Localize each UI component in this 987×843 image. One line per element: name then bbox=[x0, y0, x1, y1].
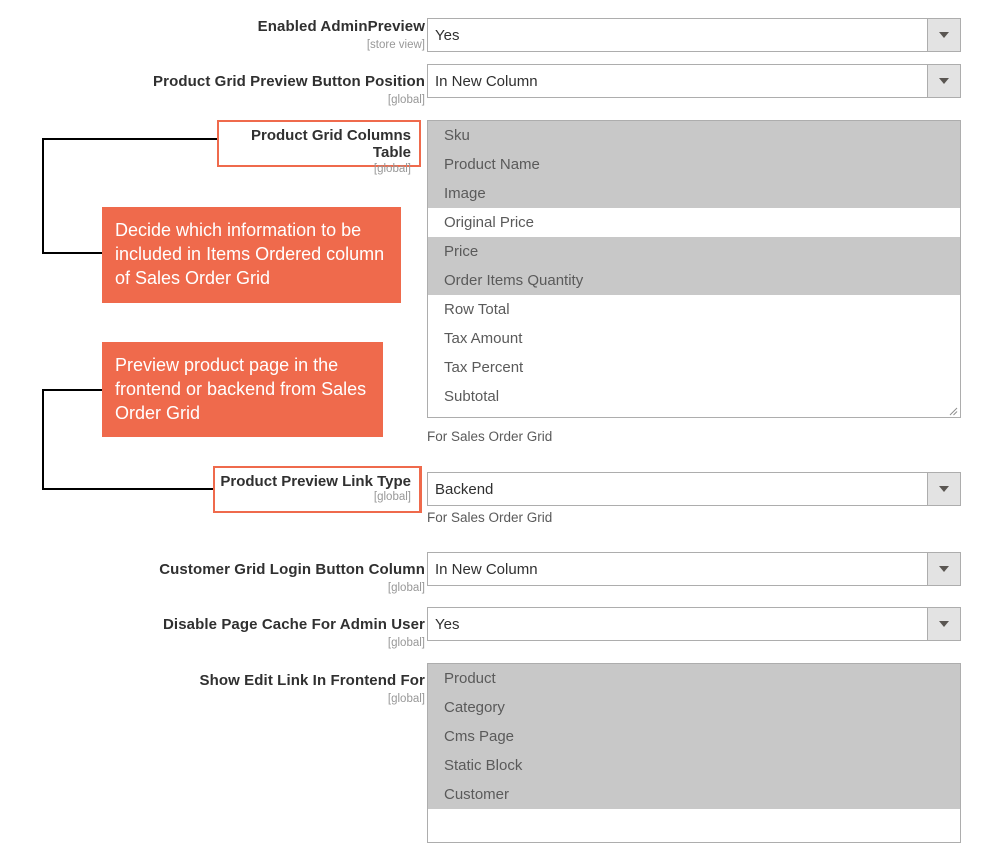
field-label-product-grid-columns-table: Product Grid Columns Table [global] bbox=[217, 120, 421, 175]
chevron-down-icon[interactable] bbox=[927, 473, 960, 505]
list-item[interactable]: Cms Page bbox=[428, 722, 960, 751]
multiselect-product-grid-columns-table[interactable]: Sku Product Name Image Original Price Pr… bbox=[427, 120, 961, 418]
hint-product-preview-link-type: For Sales Order Grid bbox=[427, 510, 553, 525]
field-scope-text: [global] bbox=[373, 162, 411, 175]
field-scope-text: [global] bbox=[387, 581, 425, 594]
list-item[interactable]: Sku bbox=[428, 121, 960, 150]
field-scope-text: [store view] bbox=[366, 38, 425, 51]
field-label-enabled-admin-preview: Enabled AdminPreview [store view] bbox=[5, 18, 425, 52]
list-item[interactable]: Image bbox=[428, 179, 960, 208]
field-scope-text: [global] bbox=[387, 636, 425, 649]
select-value: Yes bbox=[435, 615, 460, 633]
field-label-text: Show Edit Link In Frontend For bbox=[199, 672, 425, 689]
list-item[interactable]: Category bbox=[428, 693, 960, 722]
chevron-down-icon[interactable] bbox=[927, 19, 960, 51]
field-label-text: Product Preview Link Type bbox=[220, 473, 411, 490]
select-disable-page-cache-for-admin-user[interactable]: Yes bbox=[427, 607, 961, 641]
select-enabled-admin-preview[interactable]: Yes bbox=[427, 18, 961, 52]
field-label-customer-grid-login-button-column: Customer Grid Login Button Column [globa… bbox=[5, 561, 425, 595]
field-label-text: Customer Grid Login Button Column bbox=[159, 561, 425, 578]
list-item[interactable]: Order Items Quantity bbox=[428, 266, 960, 295]
field-label-text: Product Grid Preview Button Position bbox=[153, 73, 425, 90]
field-label-show-edit-link-in-frontend-for: Show Edit Link In Frontend For [global] bbox=[5, 672, 425, 706]
select-value: Yes bbox=[435, 26, 460, 44]
field-scope-text: [global] bbox=[373, 491, 411, 504]
list-item[interactable]: Customer bbox=[428, 780, 960, 809]
list-item[interactable]: Price bbox=[428, 237, 960, 266]
chevron-down-icon[interactable] bbox=[927, 608, 960, 640]
list-item[interactable]: Row Total bbox=[428, 295, 960, 324]
list-item[interactable]: Product Name bbox=[428, 150, 960, 179]
select-customer-grid-login-button-column[interactable]: In New Column bbox=[427, 552, 961, 586]
field-label-product-preview-link-type: Product Preview Link Type [global] bbox=[213, 466, 421, 513]
annotation-items-ordered-note: Decide which information to be included … bbox=[102, 207, 401, 303]
list-item[interactable]: Original Price bbox=[428, 208, 960, 237]
select-product-grid-preview-button-position[interactable]: In New Column bbox=[427, 64, 961, 98]
list-item[interactable]: Product bbox=[428, 664, 960, 693]
select-value: Backend bbox=[435, 480, 494, 498]
field-label-text: Disable Page Cache For Admin User bbox=[163, 616, 425, 633]
chevron-down-icon[interactable] bbox=[927, 553, 960, 585]
select-product-preview-link-type[interactable]: Backend bbox=[427, 472, 961, 506]
hint-product-grid-columns-table: For Sales Order Grid bbox=[427, 429, 553, 444]
multiselect-show-edit-link-in-frontend-for[interactable]: Product Category Cms Page Static Block C… bbox=[427, 663, 961, 843]
field-label-text: Product Grid Columns Table bbox=[250, 127, 411, 162]
select-value: In New Column bbox=[435, 560, 538, 578]
field-scope-text: [global] bbox=[387, 692, 425, 705]
field-scope-text: [global] bbox=[387, 93, 425, 106]
field-label-text: Enabled AdminPreview bbox=[257, 18, 425, 35]
select-value: In New Column bbox=[435, 72, 538, 90]
annotation-preview-product-note: Preview product page in the frontend or … bbox=[102, 342, 383, 437]
list-item[interactable]: Tax Amount bbox=[428, 324, 960, 353]
list-item[interactable]: Tax Percent bbox=[428, 353, 960, 382]
field-label-disable-page-cache-for-admin-user: Disable Page Cache For Admin User [globa… bbox=[5, 616, 425, 650]
field-label-product-grid-preview-button-position: Product Grid Preview Button Position [gl… bbox=[5, 73, 425, 107]
chevron-down-icon[interactable] bbox=[927, 65, 960, 97]
list-item[interactable]: Subtotal bbox=[428, 382, 960, 411]
list-item[interactable]: Static Block bbox=[428, 751, 960, 780]
